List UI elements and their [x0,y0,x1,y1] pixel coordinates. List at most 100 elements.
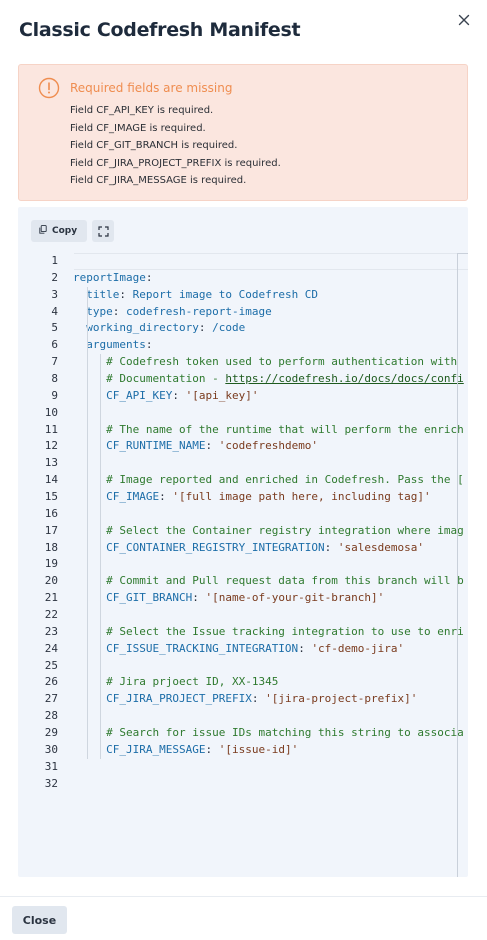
code-line: # Documentation - https://codefresh.io/d… [73,371,467,388]
alert-message: Field CF_GIT_BRANCH is required. [70,140,238,152]
line-number: 19 [44,557,58,571]
line-number: 3 [51,287,58,301]
editor-overview-ruler [457,253,458,877]
dialog-footer: Close [0,896,487,940]
code-token: # Codefresh token used to perform authen… [106,355,458,369]
code-token: arguments [86,338,146,352]
copy-button-label: Copy [52,226,78,236]
code-token: title [86,287,120,301]
code-token: : [205,742,219,756]
code-token: reportImage [73,270,146,284]
line-number: 26 [44,675,58,689]
indent-guide [87,286,88,759]
code-line: CF_API_KEY: '[api_key]' [73,388,467,405]
code-token: : [192,591,206,605]
line-number: 18 [44,540,58,554]
copy-icon [39,225,47,237]
fullscreen-button[interactable] [92,220,115,242]
close-icon[interactable] [456,12,472,28]
line-number: 15 [44,490,58,504]
copy-button[interactable]: Copy [31,220,88,242]
code-line: # The name of the runtime that will perf… [73,422,467,439]
code-token: type [86,304,113,318]
line-number: 28 [44,709,58,723]
code-line: # Search for issue IDs matching this str… [73,725,467,742]
line-number: 17 [44,523,58,537]
code-content: reportImage: title: Report image to Code… [73,253,467,793]
code-token: : [145,338,153,352]
code-line: arguments: [73,337,467,354]
line-number: 30 [44,742,58,756]
code-token: /code [212,321,246,335]
code-token: # Select the Issue tracking integration … [106,624,464,638]
line-number-gutter: 1 2 3 4 5 6 7 8 9 10 11 12 13 14 15 16 17 18 19 20 21 22 23 24 2… [18,253,58,793]
code-token: '[full image path here, including tag]' [172,490,431,504]
code-token: CF_API_KEY [106,388,173,402]
line-number: 9 [51,388,58,402]
line-number: 8 [51,372,58,386]
code-token: CF_GIT_BRANCH [106,591,193,605]
code-token: CF_IMAGE [106,490,160,504]
alert-message: Field CF_IMAGE is required. [70,122,206,134]
indent-guide [100,354,101,759]
line-number: 32 [44,776,58,790]
code-token: '[issue-id]' [218,742,299,756]
code-token: : [251,692,266,706]
code-token: codefresh-report-image [126,304,272,318]
line-number: 29 [44,726,58,740]
alert-message-list: Field CF_API_KEY is required. Field CF_I… [70,102,281,190]
code-token: : [324,540,338,554]
code-token: 'salesdemosa' [337,540,425,554]
code-token: : [145,270,153,284]
line-number: 21 [44,591,58,605]
code-toolbar: Copy [31,220,115,242]
code-token: https://codefresh.io/docs/docs/confi [225,372,464,386]
editor-overview-ruler-cap [457,253,468,254]
line-number: 1 [51,254,58,267]
alert-message: Field CF_API_KEY is required. [70,105,214,116]
code-line: title: Report image to Codefresh CD [73,287,467,304]
code-token: # Jira prjoect ID, XX-1345 [106,675,279,689]
code-line: reportImage: [73,270,467,287]
line-number: 2 [51,270,58,284]
line-number: 31 [44,759,58,773]
code-token: CF_ISSUE_TRACKING_INTEGRATION [106,641,299,655]
code-token: : [198,321,213,335]
close-button[interactable]: Close [12,906,67,934]
code-editor[interactable]: 1 2 3 4 5 6 7 8 9 10 11 12 13 14 15 16 17 18 19 20 21 22 23 24 2… [18,253,468,877]
code-token: CF_RUNTIME_NAME [106,439,206,453]
code-token: : [119,287,133,301]
code-viewer: Copy 1 2 3 4 5 6 7 8 9 10 11 12 13 14 15 16 17 18 19 20 21 22… [18,207,468,877]
code-token: CF_CONTAINER_REGISTRY_INTEGRATION [106,540,325,554]
code-token: # Select the Container registry integrat… [106,523,464,537]
code-line: CF_ISSUE_TRACKING_INTEGRATION: 'cf-demo-… [73,641,467,658]
code-token: : [159,490,173,504]
line-number: 12 [44,439,58,453]
code-line: working_directory: /code [73,320,467,337]
code-token: 'cf-demo-jira' [311,641,405,655]
dialog-title: Classic Codefresh Manifest [19,19,301,41]
line-number: 27 [44,692,58,706]
error-alert: Required fields are missing Field CF_API… [18,64,468,201]
code-line: CF_CONTAINER_REGISTRY_INTEGRATION: 'sale… [73,540,467,557]
code-token: CF_JIRA_MESSAGE [106,742,206,756]
